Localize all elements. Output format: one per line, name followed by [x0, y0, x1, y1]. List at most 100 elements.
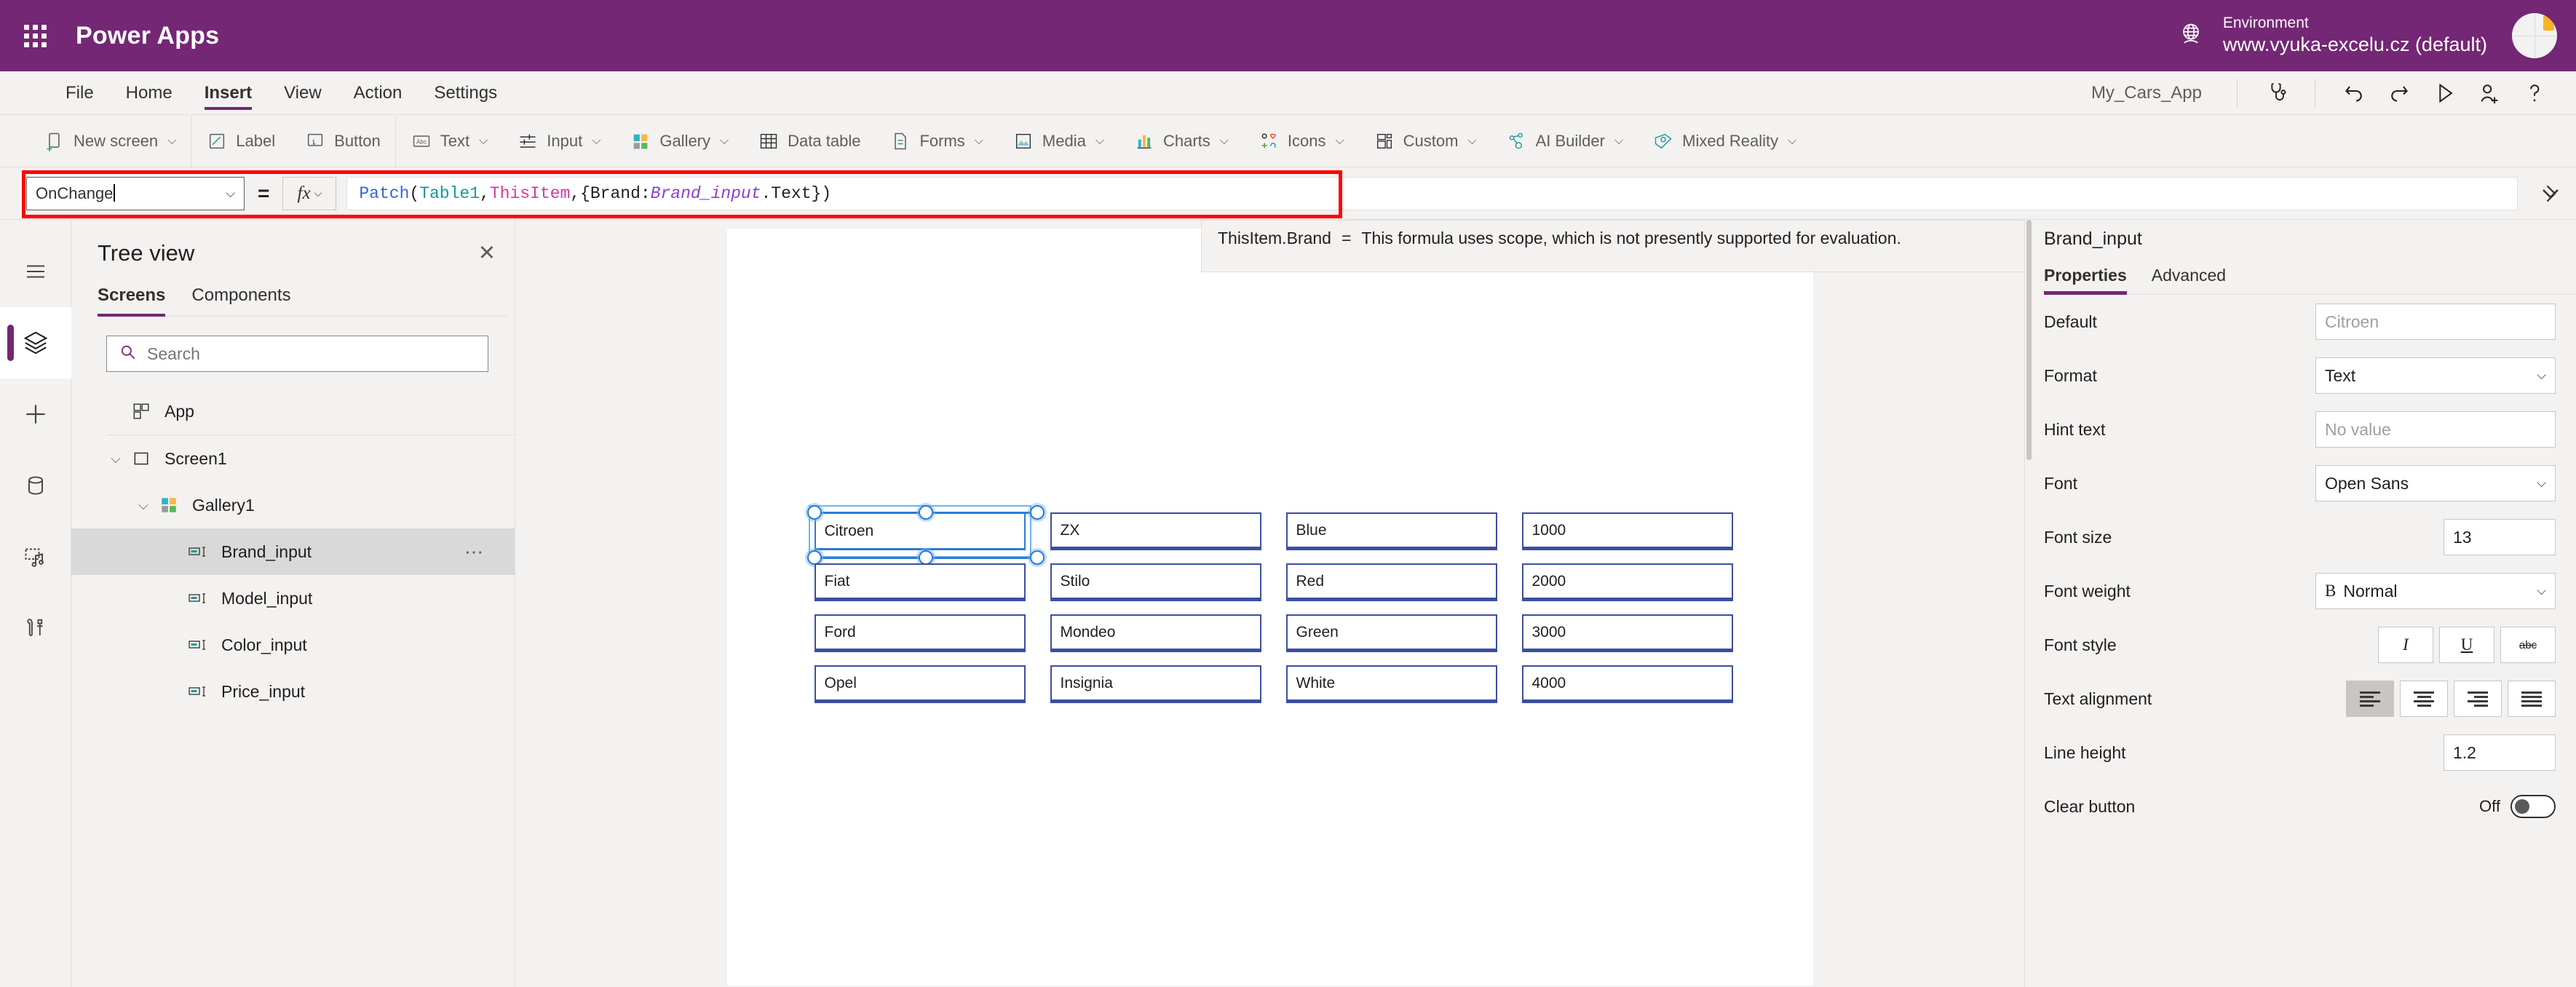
color-input-cell[interactable]: Blue — [1285, 512, 1497, 550]
brand-input-cell[interactable]: Fiat — [814, 563, 1026, 601]
ribbon-gallery[interactable]: Gallery ⌵ — [615, 115, 743, 167]
undo-icon[interactable] — [2331, 77, 2377, 109]
ribbon-media[interactable]: Media ⌵ — [998, 115, 1119, 167]
strikethrough-button[interactable]: abc — [2500, 627, 2556, 663]
model-input-cell[interactable]: Mondeo — [1050, 614, 1261, 652]
ribbon-label[interactable]: Label — [191, 115, 290, 167]
search-input[interactable] — [147, 344, 476, 364]
avatar[interactable] — [2512, 13, 2557, 58]
brand-input-cell[interactable]: Opel — [814, 665, 1026, 703]
tree-item-model-input[interactable]: Model_input — [71, 575, 515, 622]
hint-text-input[interactable]: No value — [2315, 411, 2556, 448]
menu-item-action[interactable]: Action — [338, 71, 419, 114]
menu-item-insert[interactable]: Insert — [189, 71, 268, 114]
ribbon-button[interactable]: Button — [290, 115, 395, 167]
italic-button[interactable]: I — [2378, 627, 2433, 663]
brand-input-cell[interactable]: Ford — [814, 614, 1026, 652]
more-options-icon[interactable]: ⋯ — [464, 542, 486, 561]
gallery-row[interactable]: Fiat Stilo Red 2000 — [814, 563, 1753, 601]
resize-handle-top-right[interactable] — [1029, 505, 1045, 520]
gallery-row[interactable]: Citroen ZX Blue 1000 — [807, 505, 1753, 565]
underline-button[interactable]: U — [2439, 627, 2494, 663]
tab-screens[interactable]: Screens — [98, 285, 177, 317]
brand-input-cell[interactable]: Citroen — [814, 512, 1026, 550]
resize-handle-bottom-left[interactable] — [807, 550, 822, 565]
font-select[interactable]: Open Sans ⌵ — [2315, 465, 2556, 502]
properties-scrollbar[interactable] — [2025, 220, 2034, 987]
model-input-cell[interactable]: ZX — [1050, 512, 1261, 550]
menu-item-settings[interactable]: Settings — [418, 71, 513, 114]
price-input-cell[interactable]: 2000 — [1521, 563, 1733, 601]
line-height-input[interactable]: 1.2 — [2444, 734, 2556, 771]
model-input-cell[interactable]: Stilo — [1050, 563, 1261, 601]
menu-item-file[interactable]: File — [49, 71, 110, 114]
close-icon[interactable]: ✕ — [478, 242, 496, 264]
resize-handle-bottom-right[interactable] — [1029, 550, 1045, 565]
color-input-cell[interactable]: Green — [1285, 614, 1497, 652]
menu-item-view[interactable]: View — [268, 71, 338, 114]
font-size-input[interactable]: 13 — [2444, 519, 2556, 555]
tab-components[interactable]: Components — [191, 285, 302, 316]
app-checker-icon[interactable] — [2254, 77, 2299, 109]
chevron-down-icon[interactable]: ⌵ — [106, 451, 125, 467]
ribbon-charts[interactable]: Charts ⌵ — [1119, 115, 1243, 167]
align-left-button[interactable] — [2346, 681, 2394, 717]
play-preview-icon[interactable] — [2422, 77, 2467, 109]
environment-info[interactable]: Environment www.vyuka-excelu.cz (default… — [2223, 14, 2487, 58]
tree-view-layers-icon[interactable] — [0, 307, 71, 378]
help-icon[interactable] — [2512, 77, 2557, 109]
tree-item-brand-input[interactable]: Brand_input ⋯ — [71, 528, 515, 575]
insert-plus-icon[interactable] — [0, 378, 71, 450]
ribbon-ai-builder[interactable]: AI Builder ⌵ — [1491, 115, 1638, 167]
properties-expand-button[interactable] — [2525, 167, 2576, 220]
ribbon-text[interactable]: Abc Text ⌵ — [396, 115, 503, 167]
fx-button[interactable]: fx ⌵ — [282, 176, 337, 210]
app-launcher-icon[interactable] — [19, 20, 51, 52]
resize-handle-top-left[interactable] — [807, 505, 822, 520]
ribbon-icons[interactable]: Icons ⌵ — [1243, 115, 1359, 167]
tree-item-screen1[interactable]: ⌵ Screen1 — [71, 435, 515, 482]
screen-canvas[interactable]: Citroen ZX Blue 1000 Fiat Stilo Red 2000… — [726, 229, 1813, 986]
align-center-button[interactable] — [2400, 681, 2448, 717]
align-justify-button[interactable] — [2508, 681, 2556, 717]
align-right-button[interactable] — [2454, 681, 2502, 717]
resize-handle-top-center[interactable] — [918, 505, 933, 520]
tree-item-app[interactable]: App — [71, 388, 515, 435]
ribbon-forms[interactable]: Forms ⌵ — [875, 115, 997, 167]
media-library-icon[interactable] — [0, 521, 71, 592]
ribbon-mixed-reality[interactable]: Mixed Reality ⌵ — [1638, 115, 1811, 167]
tree-item-price-input[interactable]: Price_input — [71, 668, 515, 715]
ribbon-new-screen[interactable]: New screen ⌵ — [29, 115, 191, 167]
data-cylinder-icon[interactable] — [0, 450, 71, 521]
redo-icon[interactable] — [2377, 77, 2422, 109]
advanced-tools-icon[interactable] — [0, 592, 71, 664]
ribbon-custom[interactable]: Custom ⌵ — [1359, 115, 1491, 167]
gallery-row[interactable]: Ford Mondeo Green 3000 — [814, 614, 1753, 652]
tree-item-gallery1[interactable]: ⌵ Gallery1 — [71, 482, 515, 528]
tab-advanced[interactable]: Advanced — [2152, 266, 2235, 294]
menu-item-home[interactable]: Home — [110, 71, 189, 114]
model-input-cell[interactable]: Insignia — [1050, 665, 1261, 703]
color-input-cell[interactable]: White — [1285, 665, 1497, 703]
price-input-cell[interactable]: 4000 — [1521, 665, 1733, 703]
resize-handle-bottom-center[interactable] — [918, 550, 933, 565]
default-value-input[interactable]: Citroen — [2315, 304, 2556, 340]
chevron-down-icon[interactable]: ⌵ — [134, 498, 153, 513]
ribbon-input[interactable]: Input ⌵ — [502, 115, 615, 167]
color-input-cell[interactable]: Red — [1285, 563, 1497, 601]
ribbon-data-table[interactable]: Data table — [743, 115, 875, 167]
formula-input[interactable]: Patch(Table1, ThisItem ,{Brand: Brand_input… — [346, 176, 2518, 210]
property-dropdown[interactable]: OnChange ⌵ — [26, 176, 245, 210]
price-input-cell[interactable]: 3000 — [1521, 614, 1733, 652]
tab-properties[interactable]: Properties — [2044, 266, 2136, 295]
format-select[interactable]: Text ⌵ — [2315, 357, 2556, 394]
clear-button-toggle[interactable] — [2510, 795, 2556, 818]
font-weight-select[interactable]: B Normal ⌵ — [2315, 573, 2556, 609]
tree-item-color-input[interactable]: Color_input — [71, 622, 515, 668]
gallery-row[interactable]: Opel Insignia White 4000 — [814, 665, 1753, 703]
hamburger-menu-icon[interactable] — [0, 236, 71, 307]
tree-search-box[interactable] — [106, 336, 488, 372]
gallery1-control[interactable]: Citroen ZX Blue 1000 Fiat Stilo Red 2000… — [807, 505, 1753, 716]
price-input-cell[interactable]: 1000 — [1521, 512, 1733, 550]
share-user-icon[interactable] — [2467, 77, 2512, 109]
